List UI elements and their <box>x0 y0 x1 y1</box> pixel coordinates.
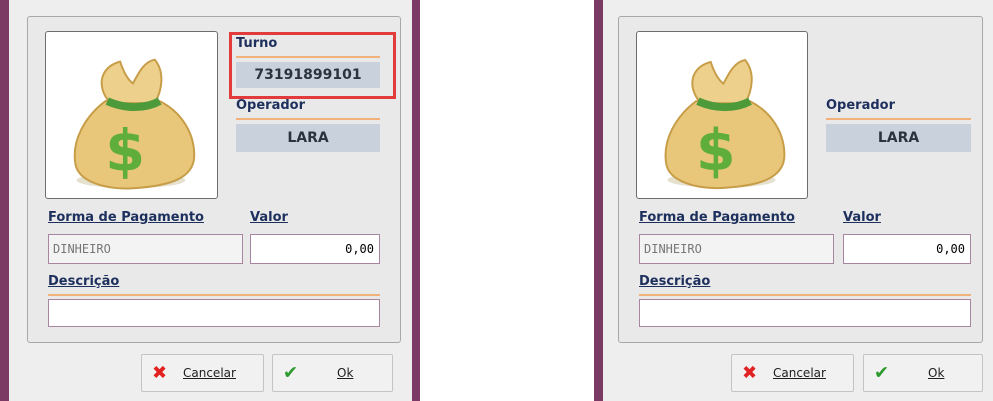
turno-highlight <box>229 32 396 99</box>
operador-value: LARA <box>826 124 971 152</box>
descricao-field[interactable] <box>48 299 380 327</box>
operador-rule <box>236 118 380 120</box>
ok-button[interactable]: ✔ Ok <box>272 354 393 392</box>
forma-pagamento-label: Forma de Pagamento <box>48 210 204 225</box>
dialog-right: $ Operador LARA Forma de Pagamento DINHE… <box>590 0 993 401</box>
image-frame: $ <box>636 31 808 199</box>
forma-pagamento-label-text: Forma de Pagamento <box>639 210 795 225</box>
operador-rule <box>826 118 971 120</box>
dialog-left: $ Turno 73191899101 Operador LARA Forma … <box>0 0 420 401</box>
cancel-button[interactable]: ✖ Cancelar <box>731 354 854 392</box>
valor-label: Valor <box>250 210 288 225</box>
forma-pagamento-field[interactable]: DINHEIRO <box>639 234 834 264</box>
operador-label: Operador <box>826 98 896 113</box>
operador-value: LARA <box>236 124 380 152</box>
cancel-label: Cancelar <box>183 366 236 380</box>
descricao-rule <box>639 294 971 296</box>
window-border-left <box>594 0 603 401</box>
cancel-button[interactable]: ✖ Cancelar <box>141 354 264 392</box>
forma-pagamento-label: Forma de Pagamento <box>639 210 795 225</box>
descricao-field[interactable] <box>639 299 971 327</box>
valor-value: 0,00 <box>345 242 374 256</box>
descricao-label-text: Descrição <box>639 274 711 289</box>
check-icon: ✔ <box>283 362 299 384</box>
valor-label-text: Valor <box>250 210 288 225</box>
money-bag-icon: $ <box>664 58 786 190</box>
valor-label-text: Valor <box>843 210 881 225</box>
window-border-right <box>412 0 420 401</box>
descricao-rule <box>48 294 380 296</box>
valor-value: 0,00 <box>936 242 965 256</box>
valor-field[interactable]: 0,00 <box>250 234 380 264</box>
x-icon: ✖ <box>152 362 168 384</box>
descricao-label: Descrição <box>639 274 710 289</box>
descricao-label-text: Descrição <box>48 274 120 289</box>
cancel-label: Cancelar <box>773 366 826 380</box>
descricao-label: Descrição <box>48 274 119 289</box>
forma-pagamento-field[interactable]: DINHEIRO <box>48 234 243 264</box>
image-frame: $ <box>45 31 218 199</box>
window-border-left <box>0 0 9 401</box>
svg-text:$: $ <box>105 117 145 184</box>
valor-label: Valor <box>843 210 881 225</box>
forma-pagamento-label-text: Forma de Pagamento <box>48 210 204 225</box>
svg-text:$: $ <box>696 118 736 184</box>
ok-label: Ok <box>337 366 354 380</box>
forma-pagamento-value: DINHEIRO <box>53 242 111 256</box>
check-icon: ✔ <box>874 362 890 384</box>
forma-pagamento-value: DINHEIRO <box>644 242 702 256</box>
x-icon: ✖ <box>742 362 758 384</box>
ok-button[interactable]: ✔ Ok <box>863 354 983 392</box>
money-bag-icon: $ <box>73 58 196 190</box>
ok-label: Ok <box>928 366 945 380</box>
valor-field[interactable]: 0,00 <box>843 234 971 264</box>
operador-label: Operador <box>236 98 306 113</box>
